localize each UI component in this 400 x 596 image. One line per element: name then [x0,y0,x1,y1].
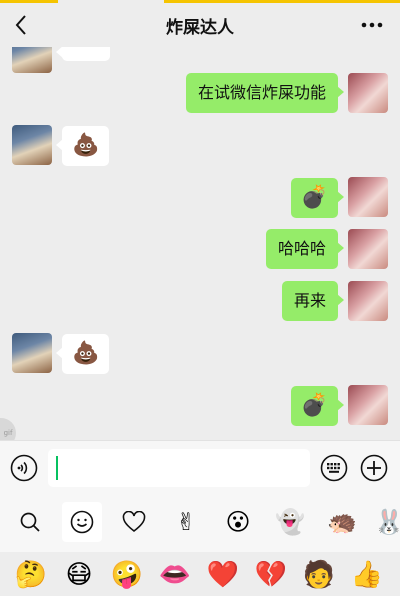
message-bubble-text[interactable]: 哈哈哈 [265,229,345,269]
message-row: 💩 [0,125,400,167]
emoji-tab-sticker-pack-1[interactable]: 😮 [218,502,258,542]
voice-button[interactable] [10,454,38,482]
message-row [0,47,400,73]
my-avatar[interactable] [348,73,388,113]
message-row: 💣 [0,385,400,427]
smiley-icon [70,510,94,534]
emoji-grid: 🤔 😷 🤪 👄 ❤️ 💔 🧑 👍 [0,552,400,596]
plus-icon [360,454,388,482]
my-avatar[interactable] [348,229,388,269]
emoji-heart[interactable]: ❤️ [206,558,240,592]
emoji-mask[interactable]: 😷 [62,558,96,592]
emoji-broken-heart[interactable]: 💔 [254,558,288,592]
chevron-left-icon [15,15,26,35]
message-row: 哈哈哈 [0,229,400,271]
sticker-surprised-icon: 😮 [225,508,251,536]
sticker-rabbit-icon: 🐰 [374,508,400,536]
contact-avatar[interactable] [12,47,52,73]
emoji-tab-favorites[interactable] [114,502,154,542]
my-avatar[interactable] [348,385,388,425]
bomb-emoji-icon: 💣 [300,185,328,210]
text-caret [56,456,58,480]
emoji-tab-gestures[interactable]: ✌ [166,502,206,542]
emoji-zany[interactable]: 🤪 [110,558,144,592]
message-bubble-emoji[interactable]: 💣 [290,178,345,218]
chat-message-list[interactable]: 在试微信炸屎功能 💩 💣 哈哈哈 再来 💩 💣 [0,47,400,440]
victory-hand-icon: ✌ [175,508,197,536]
emoji-thinking[interactable]: 🤔 [14,558,48,592]
back-button[interactable] [8,11,36,39]
keyboard-button[interactable] [320,454,348,482]
message-bubble-emoji[interactable]: 💩 [55,126,110,166]
search-icon [20,512,40,532]
input-bar [0,440,400,494]
emoji-lips[interactable]: 👄 [158,558,192,592]
contact-avatar[interactable] [12,125,52,165]
poop-emoji-icon: 💩 [72,341,100,366]
contact-avatar[interactable] [12,333,52,373]
heart-outline-icon [122,511,146,533]
emoji-tab-search[interactable] [10,502,50,542]
sticker-ghost-icon: 👻 [275,508,305,536]
message-text: 在试微信炸屎功能 [197,83,326,102]
emoji-thumbs-up[interactable]: 👍 [350,558,384,592]
message-row: 💩 [0,333,400,375]
emoji-tab-sticker-pack-2[interactable]: 👻 [270,502,310,542]
message-text: 哈哈哈 [277,239,326,258]
keyboard-icon [320,454,348,482]
emoji-person[interactable]: 🧑 [302,558,336,592]
emoji-tab-sticker-pack-4[interactable]: 🐰 [374,502,400,542]
chat-header: 炸屎达人 [0,3,400,47]
emoji-tab-smileys[interactable] [62,502,102,542]
message-bubble-text[interactable]: 再来 [281,281,345,321]
emoji-category-tabs: ✌ 😮 👻 🦔 🐰 [0,494,400,552]
emoji-tab-sticker-pack-3[interactable]: 🦔 [322,502,362,542]
message-row: 💣 [0,177,400,219]
chat-title: 炸屎达人 [166,18,234,38]
my-avatar[interactable] [348,281,388,321]
message-bubble-emoji[interactable]: 💣 [290,386,345,426]
sticker-hedgehog-icon: 🦔 [327,508,357,536]
more-dots-icon [361,22,383,28]
message-bubble-image[interactable] [56,47,110,61]
message-bubble-text[interactable]: 在试微信炸屎功能 [185,73,345,113]
message-row: 在试微信炸屎功能 [0,73,400,115]
side-tab-label: gif [3,429,13,437]
message-text: 再来 [293,291,326,310]
more-functions-button[interactable] [360,454,388,482]
poop-emoji-icon: 💩 [72,133,100,158]
message-input[interactable] [48,449,310,487]
voice-icon [10,454,38,482]
my-avatar[interactable] [348,177,388,217]
bomb-emoji-icon: 💣 [300,393,328,418]
message-bubble-emoji[interactable]: 💩 [55,334,110,374]
more-button[interactable] [358,15,386,35]
message-row: 再来 [0,281,400,323]
